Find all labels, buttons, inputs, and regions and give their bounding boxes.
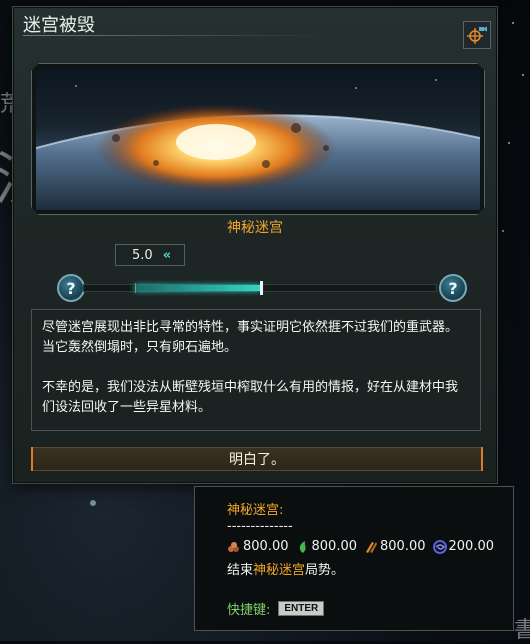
star: [508, 142, 510, 144]
tooltip-hotkey: 快捷键: ENTER: [227, 599, 325, 618]
event-dialog: 迷宫被毁 神秘迷宫 5.0 « ? ? 尽管迷宫展现出非比寻常的特性，事实证明它…: [12, 6, 498, 484]
camera-locate-icon: [467, 26, 487, 44]
timer-slider-zone: 5.0 « ? ?: [53, 243, 467, 303]
food-icon: [299, 540, 306, 553]
enter-key-badge: ENTER: [278, 601, 325, 616]
event-image-frame: [31, 63, 485, 215]
timer-slider-track[interactable]: [83, 281, 437, 295]
title-underline: [23, 35, 328, 36]
event-location-name: 神秘迷宫: [227, 220, 283, 236]
resource-value: 800.00: [380, 539, 426, 554]
tooltip-resources: 800.00 800.00 800.00 200.00: [227, 539, 498, 554]
star: [90, 500, 96, 506]
minerals-icon: [228, 541, 239, 552]
desc-prefix: 结束: [227, 563, 254, 578]
alloys-icon: [366, 541, 377, 553]
exotic-gas-icon: [432, 539, 447, 554]
acknowledge-button[interactable]: 明白了。: [31, 447, 483, 471]
tooltip-description: 结束神秘迷宫局势。: [227, 559, 344, 578]
star: [512, 22, 514, 24]
resource-value: 800.00: [243, 539, 289, 554]
dialog-title: 迷宫被毁: [23, 15, 95, 35]
description-paragraph: 尽管迷宫展现出非比寻常的特性，事实证明它依然捱不过我们的重武器。当它轰然倒塌时，…: [42, 320, 459, 355]
description-paragraph: 不幸的是，我们没法从断壁残垣中榨取什么有用的情报，好在从建材中我们设法回收了一些…: [42, 380, 459, 415]
reward-tooltip: 神秘迷宫: -------------- 800.00 800.00 800.0…: [194, 486, 514, 631]
planet-explosion-illustration: [36, 68, 480, 210]
desc-highlight: 神秘迷宫: [253, 563, 306, 578]
resource-minerals: 800.00: [227, 539, 289, 554]
tooltip-separator: --------------: [227, 519, 293, 534]
timer-value-box: 5.0 «: [115, 244, 185, 266]
timer-slider-fill: [135, 285, 260, 291]
focus-camera-button[interactable]: [463, 21, 491, 49]
star: [522, 74, 524, 76]
help-button-right[interactable]: ?: [439, 274, 467, 302]
timer-slider-thumb[interactable]: [260, 281, 263, 295]
planet-explosion-image: [36, 68, 480, 210]
background-glyph: 書: [514, 618, 530, 643]
event-description: 尽管迷宫展现出非比寻常的特性，事实证明它依然捱不过我们的重武器。当它轰然倒塌时，…: [31, 309, 481, 431]
tooltip-title: 神秘迷宫:: [227, 503, 284, 518]
timer-value: 5.0: [132, 247, 153, 263]
resource-alloys: 800.00: [364, 539, 426, 554]
resource-food: 800.00: [296, 539, 358, 554]
help-button-left[interactable]: ?: [57, 274, 85, 302]
star: [502, 230, 504, 232]
hotkey-label: 快捷键:: [227, 603, 271, 618]
fast-forward-icon[interactable]: «: [163, 248, 171, 263]
desc-suffix: 局势。: [305, 563, 345, 578]
resource-value: 200.00: [448, 539, 495, 554]
resource-exotic-gas: 200.00: [432, 539, 495, 554]
resource-value: 800.00: [311, 539, 358, 554]
slider-tick: [135, 283, 136, 293]
